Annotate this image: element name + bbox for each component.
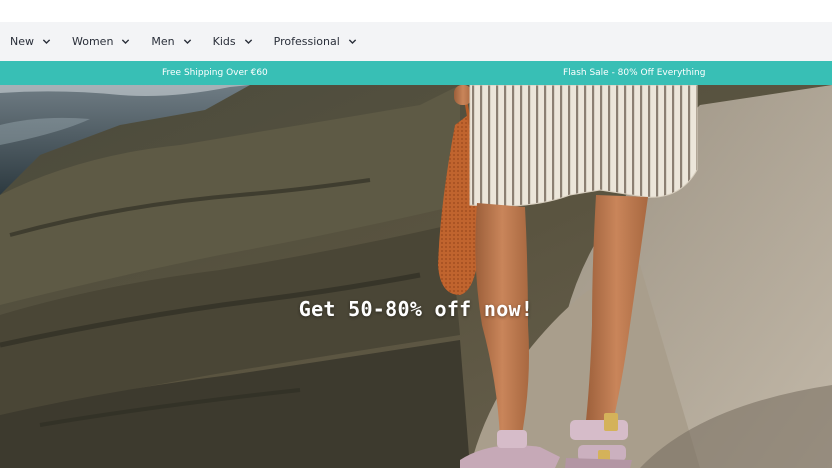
hero-banner[interactable]: Get 50-80% off now!: [0, 85, 832, 468]
hero-headline[interactable]: Get 50-80% off now!: [0, 297, 832, 321]
top-bar: [0, 0, 832, 22]
nav-item-professional[interactable]: Professional: [274, 35, 357, 48]
nav-item-label: Professional: [273, 35, 340, 48]
nav-item-men[interactable]: Men: [151, 35, 191, 48]
chevron-down-icon: [244, 37, 253, 46]
chevron-down-icon: [42, 37, 51, 46]
nav-item-women[interactable]: Women: [72, 35, 130, 48]
nav-item-label: Kids: [212, 35, 236, 48]
page: New Women Men Kids Professional Free Shi…: [0, 0, 832, 468]
promo-banner: Free Shipping Over €60 Flash Sale - 80% …: [0, 61, 832, 85]
nav-item-label: Men: [151, 35, 175, 48]
promo-flash-sale[interactable]: Flash Sale - 80% Off Everything: [563, 68, 705, 78]
promo-free-shipping[interactable]: Free Shipping Over €60: [162, 68, 268, 78]
hero-image: [0, 85, 832, 468]
chevron-down-icon: [183, 37, 192, 46]
chevron-down-icon: [121, 37, 130, 46]
nav-item-label: New: [10, 35, 34, 48]
nav-item-label: Women: [72, 35, 114, 48]
nav-item-new[interactable]: New: [10, 35, 51, 48]
main-navigation: New Women Men Kids Professional: [0, 22, 832, 61]
nav-item-kids[interactable]: Kids: [213, 35, 253, 48]
chevron-down-icon: [348, 37, 357, 46]
